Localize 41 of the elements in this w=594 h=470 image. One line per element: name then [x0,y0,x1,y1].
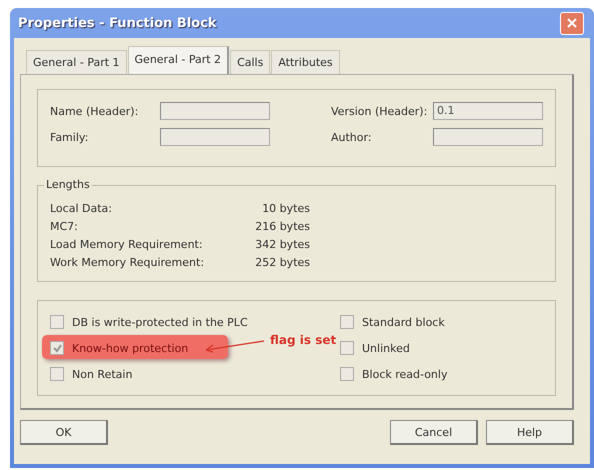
tab[interactable]: General - Part 2 [128,46,230,74]
check-icon [52,344,62,352]
checkbox[interactable] [50,367,64,381]
length-label: Work Memory Requirement: [50,256,206,269]
checkbox[interactable] [340,315,354,329]
field-label: Version (Header): [331,104,428,118]
annotation-text: flag is set [270,333,336,347]
checkbox-label: Non Retain [72,368,132,380]
input-field[interactable] [160,102,270,120]
dialog-button[interactable]: OK [20,420,108,445]
field-label: Family: [50,130,90,144]
dialog-button[interactable]: Help [486,420,574,445]
length-value: 252 bytes [254,256,310,269]
tab[interactable]: General - Part 1 [26,50,127,74]
length-value: 342 bytes [254,238,310,251]
length-label: Local Data: [50,202,113,215]
tab[interactable]: Attributes [271,50,340,74]
input-field[interactable] [433,128,543,146]
input-field[interactable] [160,128,270,146]
input-field[interactable]: 0.1 [433,102,543,120]
checkbox[interactable] [340,341,354,355]
length-value: 216 bytes [254,220,310,233]
group-title: Lengths [44,178,92,191]
length-label: MC7: [50,220,79,233]
length-label: Load Memory Requirement: [50,238,204,251]
close-button[interactable] [560,12,584,34]
checkbox[interactable] [50,315,64,329]
field-label: Name (Header): [50,104,140,118]
dialog-button[interactable]: Cancel [390,420,478,445]
checkbox[interactable] [50,341,64,355]
field-label: Author: [331,130,373,144]
length-value: 10 bytes [261,202,310,215]
tab[interactable]: Calls [230,50,270,74]
checkbox-label: Unlinked [362,342,410,354]
checkbox[interactable] [340,367,354,381]
close-icon [567,18,577,28]
window-title: Properties - Function Block [17,16,217,30]
checkbox-label: Block read-only [362,368,448,380]
checkbox-label: Know-how protection [72,342,188,354]
checkbox-label: DB is write-protected in the PLC [72,316,248,328]
checkbox-label: Standard block [362,316,445,328]
